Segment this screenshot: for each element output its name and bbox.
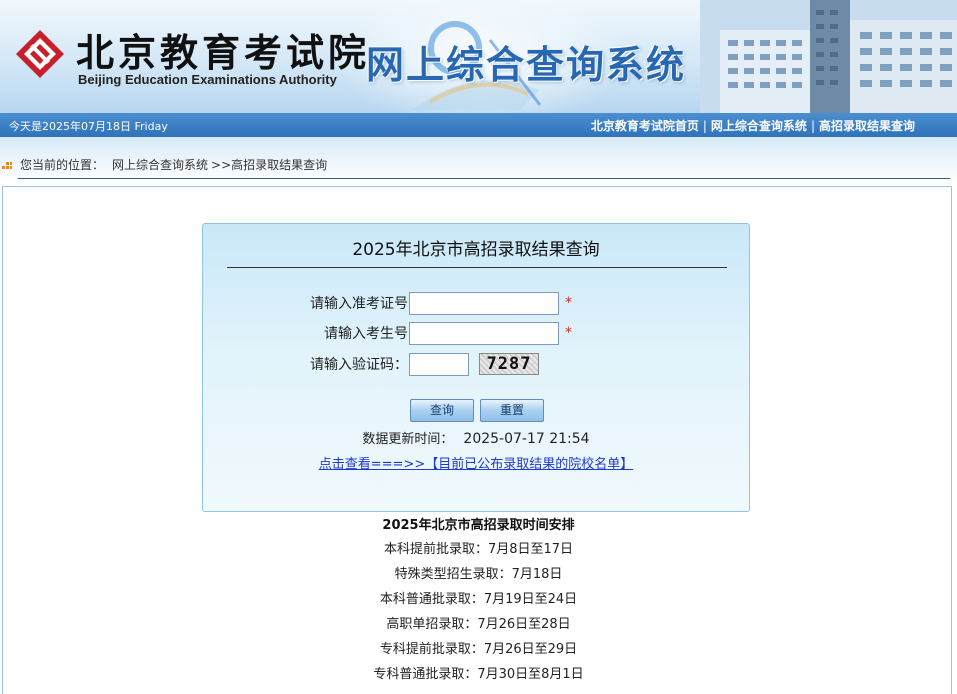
admission-schedule: 2025年北京市高招录取时间安排 本科提前批录取：7月8日至17日 特殊类型招生… <box>0 515 957 687</box>
breadcrumb-home-link[interactable]: 网上综合查询系统 <box>112 156 208 173</box>
submit-query-button[interactable]: 查询 <box>410 399 474 422</box>
update-time-label: 数据更新时间： <box>362 432 454 447</box>
reset-button[interactable]: 重置 <box>480 399 544 422</box>
nav-link-query-system[interactable]: 网上综合查询系统 <box>711 119 807 133</box>
student-number-input[interactable] <box>409 321 559 345</box>
org-name-cn: 北京教育考试院 <box>76 30 371 75</box>
schedule-item: 本科提前批录取：7月8日至17日 <box>383 542 574 557</box>
breadcrumb-bar: 您当前的位置： 网上综合查询系统 >>高招录取结果查询 <box>0 137 957 181</box>
exam-number-label: 请输入准考证号 <box>310 296 408 312</box>
grid-dots-icon <box>2 161 12 169</box>
student-number-row: 请输入考生号 * <box>203 321 572 345</box>
header-banner: 北京教育考试院 Beijing Education Examinations A… <box>0 0 957 113</box>
current-date: 今天是2025年07月18日 Friday <box>9 120 168 133</box>
system-title: 网上综合查询系统 <box>366 43 687 87</box>
nav-link-bjeea-home[interactable]: 北京教育考试院首页 <box>591 119 699 133</box>
query-panel: 2025年北京市高招录取结果查询 请输入准考证号 * 请输入考生号 * 请输入验… <box>202 223 750 512</box>
top-nav-links: 北京教育考试院首页 | 网上综合查询系统 | 高招录取结果查询 <box>591 117 915 134</box>
breadcrumb-current: >>高招录取结果查询 <box>211 158 328 172</box>
captcha-label: 请输入验证码： <box>310 357 408 373</box>
school-list-link-wrap: 点击查看===>>【目前已公布录取结果的院校名单】 <box>203 453 749 472</box>
captcha-input[interactable] <box>409 352 469 376</box>
breadcrumb: 您当前的位置： 网上综合查询系统 >>高招录取结果查询 <box>0 156 327 173</box>
schedule-item: 特殊类型招生录取：7月18日 <box>394 567 563 582</box>
nav-separator: | <box>702 119 707 133</box>
schedule-title: 2025年北京市高招录取时间安排 <box>382 518 575 533</box>
required-marker: * <box>565 295 572 311</box>
student-number-label: 请输入考生号 <box>324 326 408 342</box>
schedule-item: 高职单招录取：7月26日至28日 <box>386 617 571 632</box>
required-marker: * <box>565 325 572 341</box>
schedule-item: 专科普通批录取：7月30日至8月1日 <box>373 667 584 682</box>
captcha-row: 请输入验证码： 7287 <box>203 352 539 376</box>
school-list-link[interactable]: 点击查看===>>【目前已公布录取结果的院校名单】 <box>319 457 633 472</box>
top-nav-bar: 今天是2025年07月18日 Friday 北京教育考试院首页 | 网上综合查询系统… <box>0 113 957 137</box>
exam-number-input[interactable] <box>409 291 559 315</box>
captcha-image[interactable]: 7287 <box>479 353 539 375</box>
nav-separator: | <box>810 119 815 133</box>
data-update-info: 数据更新时间： 2025-07-17 21:54 <box>203 428 749 447</box>
building-illustration <box>700 0 957 113</box>
schedule-item: 本科普通批录取：7月19日至24日 <box>379 592 578 607</box>
nav-link-admission-query[interactable]: 高招录取结果查询 <box>819 119 915 133</box>
exam-number-row: 请输入准考证号 * <box>203 291 572 315</box>
title-divider <box>227 267 727 268</box>
org-name-en: Beijing Education Examinations Authority <box>78 72 337 87</box>
breadcrumb-label: 您当前的位置： <box>20 158 105 172</box>
update-time-value: 2025-07-17 21:54 <box>463 431 590 447</box>
query-panel-title: 2025年北京市高招录取结果查询 <box>352 240 600 260</box>
schedule-item: 专科提前批录取：7月26日至29日 <box>379 642 578 657</box>
breadcrumb-divider <box>18 178 950 179</box>
bjeea-logo-icon <box>16 30 64 78</box>
